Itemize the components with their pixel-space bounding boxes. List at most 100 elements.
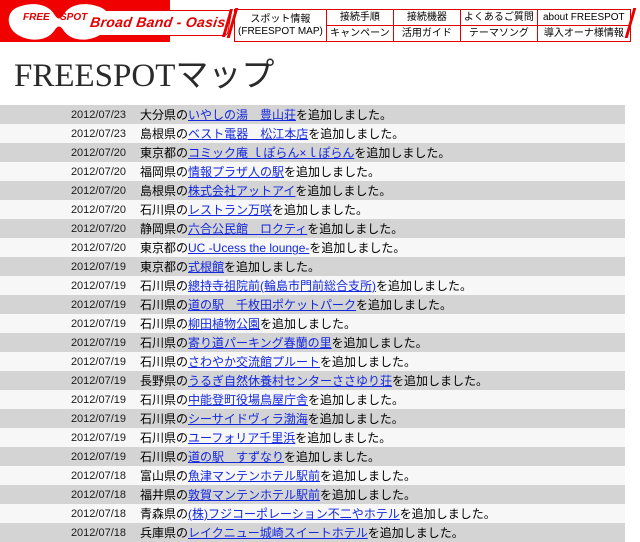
broadband-oasis-label: Broad Band - Oasis <box>89 14 227 30</box>
news-suffix: を追加しました。 <box>309 241 406 255</box>
news-body: 福岡県の情報プラザ人の駅を追加しました。 <box>140 163 625 180</box>
news-prefecture: 富山県の <box>140 469 189 483</box>
news-row: 2012/07/19 東京都の式根館を追加しました。 <box>0 257 625 276</box>
nav-item-faq[interactable]: よくあるご質問 <box>459 9 538 26</box>
news-spot-link[interactable]: 寄り道パーキング春蘭の里 <box>188 336 332 350</box>
news-body: 石川県の寄り道パーキング春蘭の里を追加しました。 <box>140 334 625 351</box>
news-suffix: を追加しました。 <box>307 412 404 426</box>
news-row: 2012/07/20 東京都のUC -Ucess the lounge-を追加しま… <box>0 238 625 257</box>
news-prefecture: 島根県の <box>140 184 189 198</box>
news-date: 2012/07/19 <box>70 374 126 387</box>
news-row: 2012/07/20 島根県の株式会社アットアイを追加しました。 <box>0 181 625 200</box>
news-row: 2012/07/18 青森県の(株)フジコーポレーション不二やホテルを追加しました… <box>0 504 625 523</box>
news-prefecture: 石川県の <box>140 336 189 350</box>
news-date: 2012/07/20 <box>70 146 126 159</box>
nav-item-guide[interactable]: 活用ガイド <box>392 25 461 42</box>
news-body: 大分県のいやしの湯 豊山荘を追加しました。 <box>140 106 625 123</box>
news-date: 2012/07/19 <box>70 355 126 368</box>
news-date: 2012/07/18 <box>70 469 126 482</box>
news-row: 2012/07/19 石川県のシーサイドヴィラ渤海を追加しました。 <box>0 409 625 428</box>
news-row: 2012/07/20 福岡県の情報プラザ人の駅を追加しました。 <box>0 162 625 181</box>
news-spot-link[interactable]: 道の駅 千枚田ポケットパーク <box>188 298 356 312</box>
news-prefecture: 東京都の <box>140 241 189 255</box>
news-suffix: を追加しました。 <box>307 222 404 236</box>
news-spot-link[interactable]: UC -Ucess the lounge- <box>188 241 309 255</box>
news-spot-link[interactable]: レストラン万咲 <box>188 203 272 217</box>
nav-item-campaign[interactable]: キャンペーン <box>325 25 394 42</box>
news-spot-link[interactable]: 六合公民館 ロクティ <box>188 222 307 236</box>
news-body: 長野県のうるぎ自然休養村センターささゆり荘を追加しました。 <box>140 372 625 389</box>
news-spot-link[interactable]: 敦賀マンテンホテル駅前 <box>188 488 320 502</box>
news-suffix: を追加しました。 <box>331 336 428 350</box>
news-spot-link[interactable]: 株式会社アットアイ <box>188 184 295 198</box>
news-date: 2012/07/19 <box>70 298 126 311</box>
news-spot-link[interactable]: (株)フジコーポレーション不二やホテル <box>188 507 400 521</box>
news-spot-link[interactable]: 道の駅 すずなり <box>188 450 284 464</box>
news-spot-link[interactable]: コミック庵 ｌぽらん×ｌぽらん <box>188 146 354 160</box>
news-row: 2012/07/18 富山県の魚津マンテンホテル駅前を追加しました。 <box>0 466 625 485</box>
news-suffix: を追加しました。 <box>284 450 381 464</box>
news-date: 2012/07/18 <box>70 526 126 539</box>
news-prefecture: 東京都の <box>140 260 189 274</box>
news-spot-link[interactable]: 柳田植物公園 <box>188 317 260 331</box>
news-body: 東京都の式根館を追加しました。 <box>140 258 625 275</box>
news-row: 2012/07/19 石川県の總持寺祖院前(輪島市門前総合支所)を追加しました。 <box>0 276 625 295</box>
news-row: 2012/07/20 東京都のコミック庵 ｌぽらん×ｌぽらんを追加しました。 <box>0 143 625 162</box>
news-suffix: を追加しました。 <box>296 108 393 122</box>
news-date: 2012/07/19 <box>70 450 126 463</box>
nav-item-connect-steps[interactable]: 接続手順 <box>325 9 394 26</box>
news-suffix: を追加しました。 <box>320 488 417 502</box>
news-prefecture: 東京都の <box>140 146 189 160</box>
news-spot-link[interactable]: ベスト電器 松江本店 <box>188 127 308 141</box>
news-body: 石川県の道の駅 千枚田ポケットパークを追加しました。 <box>140 296 625 313</box>
news-row: 2012/07/18 福井県の敦賀マンテンホテル駅前を追加しました。 <box>0 485 625 504</box>
news-spot-link[interactable]: いやしの湯 豊山荘 <box>188 108 296 122</box>
news-body: 富山県の魚津マンテンホテル駅前を追加しました。 <box>140 467 625 484</box>
news-spot-link[interactable]: 中能登町役場鳥屋庁舎 <box>188 393 308 407</box>
nav-item-spot-info[interactable]: スポット情報 (FREESPOT MAP) <box>234 9 327 42</box>
news-suffix: を追加しました。 <box>399 507 496 521</box>
news-suffix: を追加しました。 <box>356 298 453 312</box>
news-spot-link[interactable]: 魚津マンテンホテル駅前 <box>188 469 320 483</box>
nav-item-owner-info[interactable]: 導入オーナ様情報 <box>536 25 631 42</box>
news-row: 2012/07/19 石川県の中能登町役場鳥屋庁舎を追加しました。 <box>0 390 625 409</box>
news-row: 2012/07/23 大分県のいやしの湯 豊山荘を追加しました。 <box>0 105 625 124</box>
news-row: 2012/07/19 石川県のユーフォリア千里浜を追加しました。 <box>0 428 625 447</box>
main-navigation: スポット情報 (FREESPOT MAP) 接続手順 接続機器 よくあるご質問 … <box>234 9 631 42</box>
news-prefecture: 福井県の <box>140 488 189 502</box>
nav-item-theme-song[interactable]: テーマソング <box>459 25 538 42</box>
news-spot-link[interactable]: シーサイドヴィラ渤海 <box>188 412 308 426</box>
news-body: 島根県の株式会社アットアイを追加しました。 <box>140 182 625 199</box>
news-suffix: を追加しました。 <box>320 355 417 369</box>
news-suffix: を追加しました。 <box>224 260 321 274</box>
news-date: 2012/07/23 <box>70 127 126 140</box>
news-date: 2012/07/19 <box>70 412 126 425</box>
news-row: 2012/07/19 石川県のさわやか交流館プルートを追加しました。 <box>0 352 625 371</box>
news-date: 2012/07/19 <box>70 336 126 349</box>
nav-item-devices[interactable]: 接続機器 <box>392 9 461 26</box>
news-prefecture: 石川県の <box>140 450 189 464</box>
news-body: 福井県の敦賀マンテンホテル駅前を追加しました。 <box>140 486 625 503</box>
nav-item-about[interactable]: about FREESPOT <box>536 9 631 26</box>
news-spot-link[interactable]: さわやか交流館プルート <box>188 355 320 369</box>
news-prefecture: 石川県の <box>140 203 189 217</box>
news-prefecture: 長野県の <box>140 374 189 388</box>
news-prefecture: 石川県の <box>140 412 189 426</box>
news-spot-link[interactable]: うるぎ自然休養村センターささゆり荘 <box>188 374 392 388</box>
nav-table: スポット情報 (FREESPOT MAP) 接続手順 接続機器 よくあるご質問 … <box>234 9 631 42</box>
site-header: FREE SPOT Broad Band - Oasis スポット情報 (FRE… <box>0 0 640 45</box>
news-suffix: を追加しました。 <box>260 317 357 331</box>
news-row: 2012/07/19 石川県の柳田植物公園を追加しました。 <box>0 314 625 333</box>
news-suffix: を追加しました。 <box>295 184 392 198</box>
news-spot-link[interactable]: レイクニュー城崎スイートホテル <box>188 526 368 540</box>
news-spot-link[interactable]: ユーフォリア千里浜 <box>188 431 295 445</box>
news-row: 2012/07/20 石川県のレストラン万咲を追加しました。 <box>0 200 625 219</box>
news-spot-link[interactable]: 式根館 <box>188 260 224 274</box>
news-prefecture: 石川県の <box>140 355 189 369</box>
news-prefecture: 兵庫県の <box>140 526 189 540</box>
news-spot-link[interactable]: 情報プラザ人の駅 <box>188 165 284 179</box>
logo-text-bottom: SPOT <box>60 12 88 23</box>
news-date: 2012/07/19 <box>70 279 126 292</box>
news-spot-link[interactable]: 總持寺祖院前(輪島市門前総合支所) <box>188 279 376 293</box>
news-date: 2012/07/20 <box>70 165 126 178</box>
